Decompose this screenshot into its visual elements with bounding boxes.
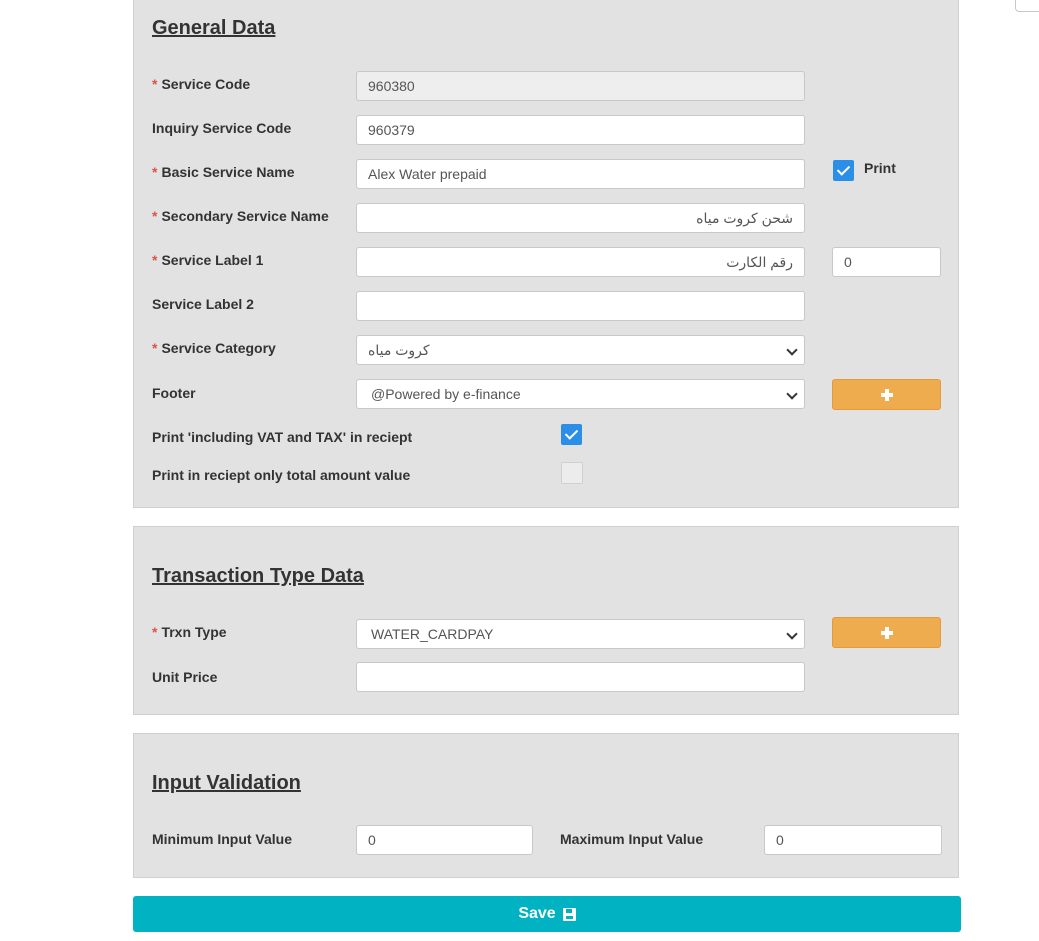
service-category-select[interactable]: كروت مياه [356,335,805,365]
trxn-type-select[interactable]: WATER_CARDPAY [356,619,805,649]
footer-value: @Powered by e-finance [371,386,521,402]
secondary-service-name-label: * Secondary Service Name [152,208,329,224]
inquiry-service-code-label: Inquiry Service Code [152,120,292,136]
vat-tax-label: Print 'including VAT and TAX' in reciept [152,429,413,445]
total-only-label: Print in reciept only total amount value [152,467,411,483]
transaction-type-panel: Transaction Type Data * Trxn Type WATER_C… [133,526,959,715]
plus-icon [881,627,893,639]
save-label: Save [518,905,556,922]
required-marker: * [152,252,158,268]
floppy-disk-icon [562,907,576,921]
footer-label: Footer [152,385,196,401]
print-label: Print [864,160,896,176]
service-label-2-input[interactable] [356,291,805,321]
input-validation-panel: Input Validation Minimum Input Value 0 M… [133,733,959,878]
service-category-value: كروت مياه [368,342,430,358]
service-code-label: * Service Code [152,76,251,92]
total-only-checkbox[interactable] [561,462,583,484]
add-footer-button[interactable] [832,379,941,410]
max-input-value[interactable]: 0 [764,825,942,855]
plus-icon [881,389,893,401]
min-input-value[interactable]: 0 [356,825,533,855]
required-marker: * [152,76,158,92]
input-validation-title: Input Validation [152,772,301,794]
service-code-input[interactable]: 960380 [356,71,805,101]
chevron-down-icon [786,344,798,356]
trxn-type-label: * Trxn Type [152,624,227,640]
inquiry-service-code-input[interactable]: 960379 [356,115,805,145]
required-marker: * [152,624,158,640]
transaction-type-title: Transaction Type Data [152,565,364,587]
service-label-1-label: * Service Label 1 [152,252,264,268]
footer-select[interactable]: @Powered by e-finance [356,379,805,409]
unit-price-label: Unit Price [152,669,218,685]
add-trxn-type-button[interactable] [832,617,941,648]
general-data-panel: General Data * Service Code 960380 Inquir… [133,0,959,508]
unit-price-input[interactable] [356,662,805,692]
service-category-label: * Service Category [152,340,276,356]
print-checkbox[interactable] [833,160,854,181]
basic-service-name-input[interactable]: Alex Water prepaid [356,159,805,189]
secondary-service-name-input[interactable]: شحن كروت مياه [356,203,805,233]
required-marker: * [152,164,158,180]
basic-service-name-label: * Basic Service Name [152,164,295,180]
max-input-label: Maximum Input Value [560,831,704,847]
service-label-2-label: Service Label 2 [152,296,254,312]
service-label-1-input[interactable]: رقم الكارت [356,247,805,277]
vat-tax-checkbox[interactable] [561,424,582,445]
chevron-down-icon [786,628,798,640]
required-marker: * [152,340,158,356]
service-label-1-number-input[interactable]: 0 [832,247,941,277]
trxn-type-value: WATER_CARDPAY [371,626,494,642]
save-button[interactable]: Save [133,896,961,932]
min-input-label: Minimum Input Value [152,831,293,847]
general-data-title: General Data [152,17,276,39]
chevron-down-icon [786,388,798,400]
required-marker: * [152,208,158,224]
corner-tab [1015,0,1039,12]
